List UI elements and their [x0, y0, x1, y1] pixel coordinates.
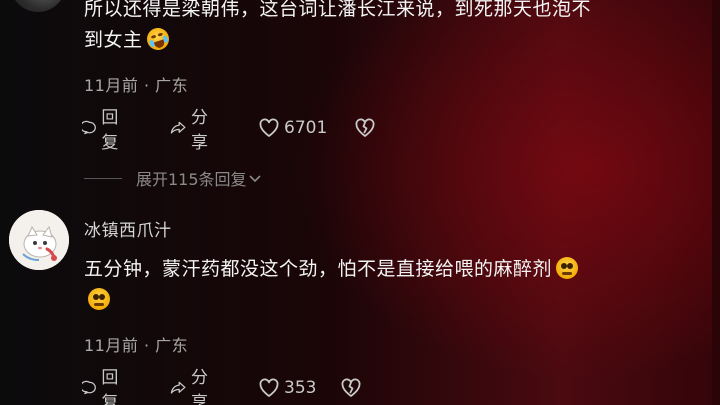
comment-bubble-icon — [82, 120, 96, 135]
expand-replies-button[interactable]: 展开115条回复 — [84, 166, 263, 190]
dislike-button[interactable] — [354, 114, 380, 142]
comment-text-line — [84, 285, 578, 316]
reply-button[interactable]: 回复 — [82, 108, 125, 153]
comment-location: 广东 — [155, 76, 189, 95]
like-count: 6701 — [284, 118, 328, 138]
comment-meta: 11月前 · 广东 — [84, 332, 188, 356]
heart-icon — [259, 118, 279, 137]
comment-location: 广东 — [155, 336, 189, 355]
expand-replies-label: 展开115条回复 — [136, 170, 247, 189]
like-button[interactable]: 6701 — [258, 114, 327, 142]
rofl-emoji-icon — [143, 25, 172, 53]
comment-meta: 11月前 · 广东 — [84, 72, 188, 96]
comment-text-line: 五分钟，蒙汗药都没这个劲，怕不是直接给喂的麻醉剂 — [84, 254, 579, 285]
username[interactable]: 冰镇西爪汁 — [84, 216, 172, 241]
broken-heart-icon — [355, 118, 375, 137]
cartoon-cat-avatar-image — [9, 210, 69, 270]
share-button[interactable]: 分享 — [170, 108, 215, 153]
comment-time: 11月前 — [84, 336, 139, 355]
like-count: 353 — [284, 378, 317, 398]
pleading-emoji-icon — [88, 288, 110, 310]
comment-bubble-icon — [82, 380, 96, 395]
dislike-button[interactable] — [340, 374, 366, 402]
meta-separator: · — [143, 76, 156, 95]
share-label: 分享 — [190, 368, 208, 405]
comment-text-line: 所以还得是梁朝伟，这台词让潘长江来说，到死那天也泡不 — [84, 0, 592, 20]
pleading-emoji-icon — [556, 257, 579, 279]
reply-button[interactable]: 回复 — [82, 368, 125, 405]
chevron-down-icon — [248, 175, 261, 183]
share-arrow-icon — [170, 381, 186, 394]
comment-time: 11月前 — [84, 76, 139, 95]
like-button[interactable]: 353 — [258, 374, 316, 402]
share-arrow-icon — [170, 121, 186, 134]
reply-label: 回复 — [101, 368, 119, 405]
share-button[interactable]: 分享 — [170, 368, 215, 405]
reply-label: 回复 — [101, 108, 119, 153]
avatar[interactable] — [9, 210, 69, 270]
heart-icon — [259, 378, 279, 397]
comment-text: 所以还得是梁朝伟，这台词让潘长江来说，到死那天也泡不 到女主 — [84, 0, 591, 56]
avatar[interactable] — [10, 0, 66, 12]
divider-line — [84, 177, 122, 179]
screen-edge — [712, 0, 720, 405]
broken-heart-icon — [341, 378, 361, 397]
comment-text-line: 到女主 — [84, 25, 591, 56]
meta-separator: · — [143, 336, 156, 355]
share-label: 分享 — [190, 108, 208, 153]
comment-text: 五分钟，蒙汗药都没这个劲，怕不是直接给喂的麻醉剂 — [84, 254, 579, 316]
